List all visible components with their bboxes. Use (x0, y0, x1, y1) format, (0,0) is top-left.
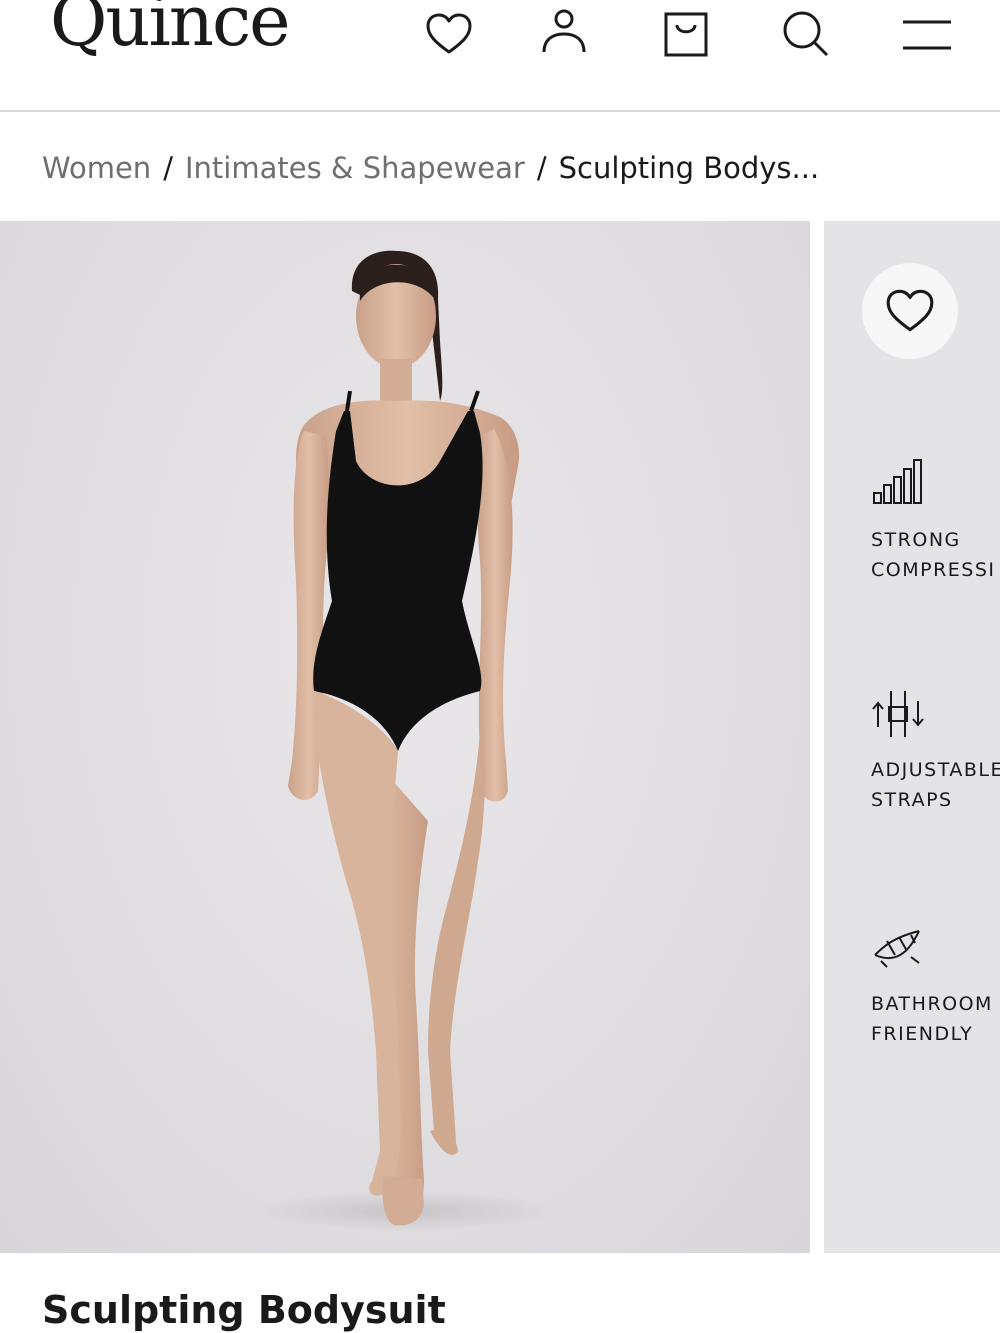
feature-label: BATHROOM FRIENDLY (871, 993, 993, 1045)
compression-bars-icon (873, 459, 922, 504)
product-gallery[interactable]: STRONG COMPRESSI ADJUSTABLE STRAPS BATHR… (0, 221, 1000, 1253)
quince-logo[interactable]: Quince (50, 0, 291, 56)
heart-icon (886, 289, 934, 332)
feature-adjustable-straps: ADJUSTABLE STRAPS (871, 687, 1000, 815)
breadcrumb-separator: / (163, 151, 173, 185)
user-icon[interactable] (538, 8, 590, 60)
product-photo[interactable] (0, 221, 810, 1253)
menu-icon[interactable] (901, 8, 953, 60)
breadcrumb-women[interactable]: Women (42, 151, 151, 185)
breadcrumb-separator: / (536, 151, 547, 185)
features-slide[interactable]: STRONG COMPRESSI ADJUSTABLE STRAPS BATHR… (824, 221, 1000, 1253)
feature-bathroom-friendly: BATHROOM FRIENDLY (871, 921, 1000, 1049)
feature-label: ADJUSTABLE STRAPS (871, 759, 1000, 811)
feature-label: STRONG COMPRESSI (871, 529, 996, 581)
breadcrumb: Women / Intimates & Shapewear / Sculptin… (42, 148, 819, 188)
feature-strong-compression: STRONG COMPRESSI (871, 457, 1000, 585)
model-illustration (255, 250, 555, 1231)
wishlist-button[interactable] (862, 263, 958, 359)
shopping-bag-icon[interactable] (660, 8, 712, 60)
product-title: Sculpting Bodysuit (42, 1288, 446, 1332)
heart-icon[interactable] (423, 8, 475, 60)
search-icon[interactable] (779, 8, 831, 60)
bathroom-friendly-icon (874, 930, 920, 968)
site-header: Quince (0, 0, 1000, 112)
breadcrumb-current: Sculpting Bodys... (558, 151, 820, 185)
breadcrumb-intimates-shapewear[interactable]: Intimates & Shapewear (185, 151, 525, 185)
adjustable-straps-icon (872, 691, 924, 737)
